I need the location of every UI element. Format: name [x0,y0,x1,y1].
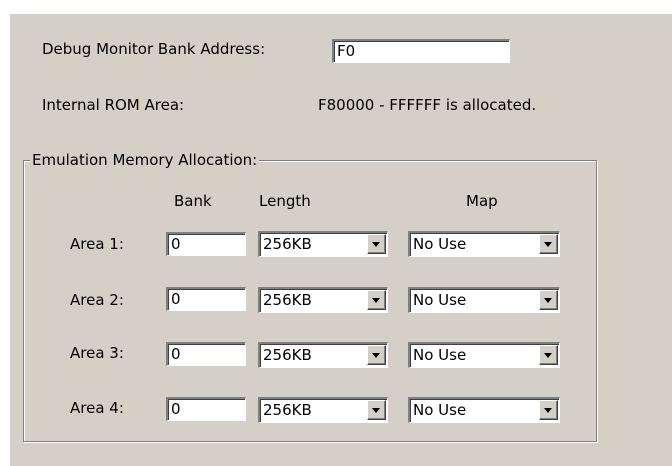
area-3-length-select[interactable]: 256KB [258,342,388,368]
chevron-down-icon[interactable] [367,234,386,254]
chevron-down-icon[interactable] [539,400,558,420]
area-4-map-select[interactable]: No Use [408,397,560,423]
debug-monitor-bank-input[interactable]: F0 [332,39,510,63]
chevron-down-icon[interactable] [367,290,386,310]
chevron-down-icon[interactable] [539,290,558,310]
area-3-label: Area 3: [70,344,124,362]
area-2-length-value: 256KB [263,291,312,309]
area-3-map-value: No Use [413,346,467,364]
area-1-map-select[interactable]: No Use [408,231,560,257]
area-1-map-value: No Use [413,235,467,253]
length-column-header: Length [259,192,311,210]
bank-column-header: Bank [174,192,212,210]
area-3-bank-input[interactable]: 0 [166,342,246,366]
chevron-down-icon[interactable] [539,234,558,254]
area-1-length-select[interactable]: 256KB [258,231,388,257]
emulation-memory-title: Emulation Memory Allocation: [30,151,260,169]
area-3-map-select[interactable]: No Use [408,342,560,368]
area-1-bank-input[interactable]: 0 [166,232,246,256]
area-2-bank-input[interactable]: 0 [166,287,246,311]
chevron-down-icon[interactable] [367,400,386,420]
map-column-header: Map [466,192,498,210]
chevron-down-icon[interactable] [367,345,386,365]
internal-rom-label: Internal ROM Area: [42,96,185,114]
area-4-map-value: No Use [413,401,467,419]
area-1-length-value: 256KB [263,235,312,253]
area-2-map-value: No Use [413,291,467,309]
area-2-label: Area 2: [70,291,124,309]
area-4-length-value: 256KB [263,401,312,419]
area-2-length-select[interactable]: 256KB [258,287,388,313]
area-2-map-select[interactable]: No Use [408,287,560,313]
chevron-down-icon[interactable] [539,345,558,365]
area-4-label: Area 4: [70,399,124,417]
area-4-length-select[interactable]: 256KB [258,397,388,423]
area-1-label: Area 1: [70,235,124,253]
debug-monitor-label: Debug Monitor Bank Address: [42,40,266,58]
area-3-length-value: 256KB [263,346,312,364]
area-4-bank-input[interactable]: 0 [166,397,246,421]
internal-rom-value: F80000 - FFFFFF is allocated. [318,96,537,114]
